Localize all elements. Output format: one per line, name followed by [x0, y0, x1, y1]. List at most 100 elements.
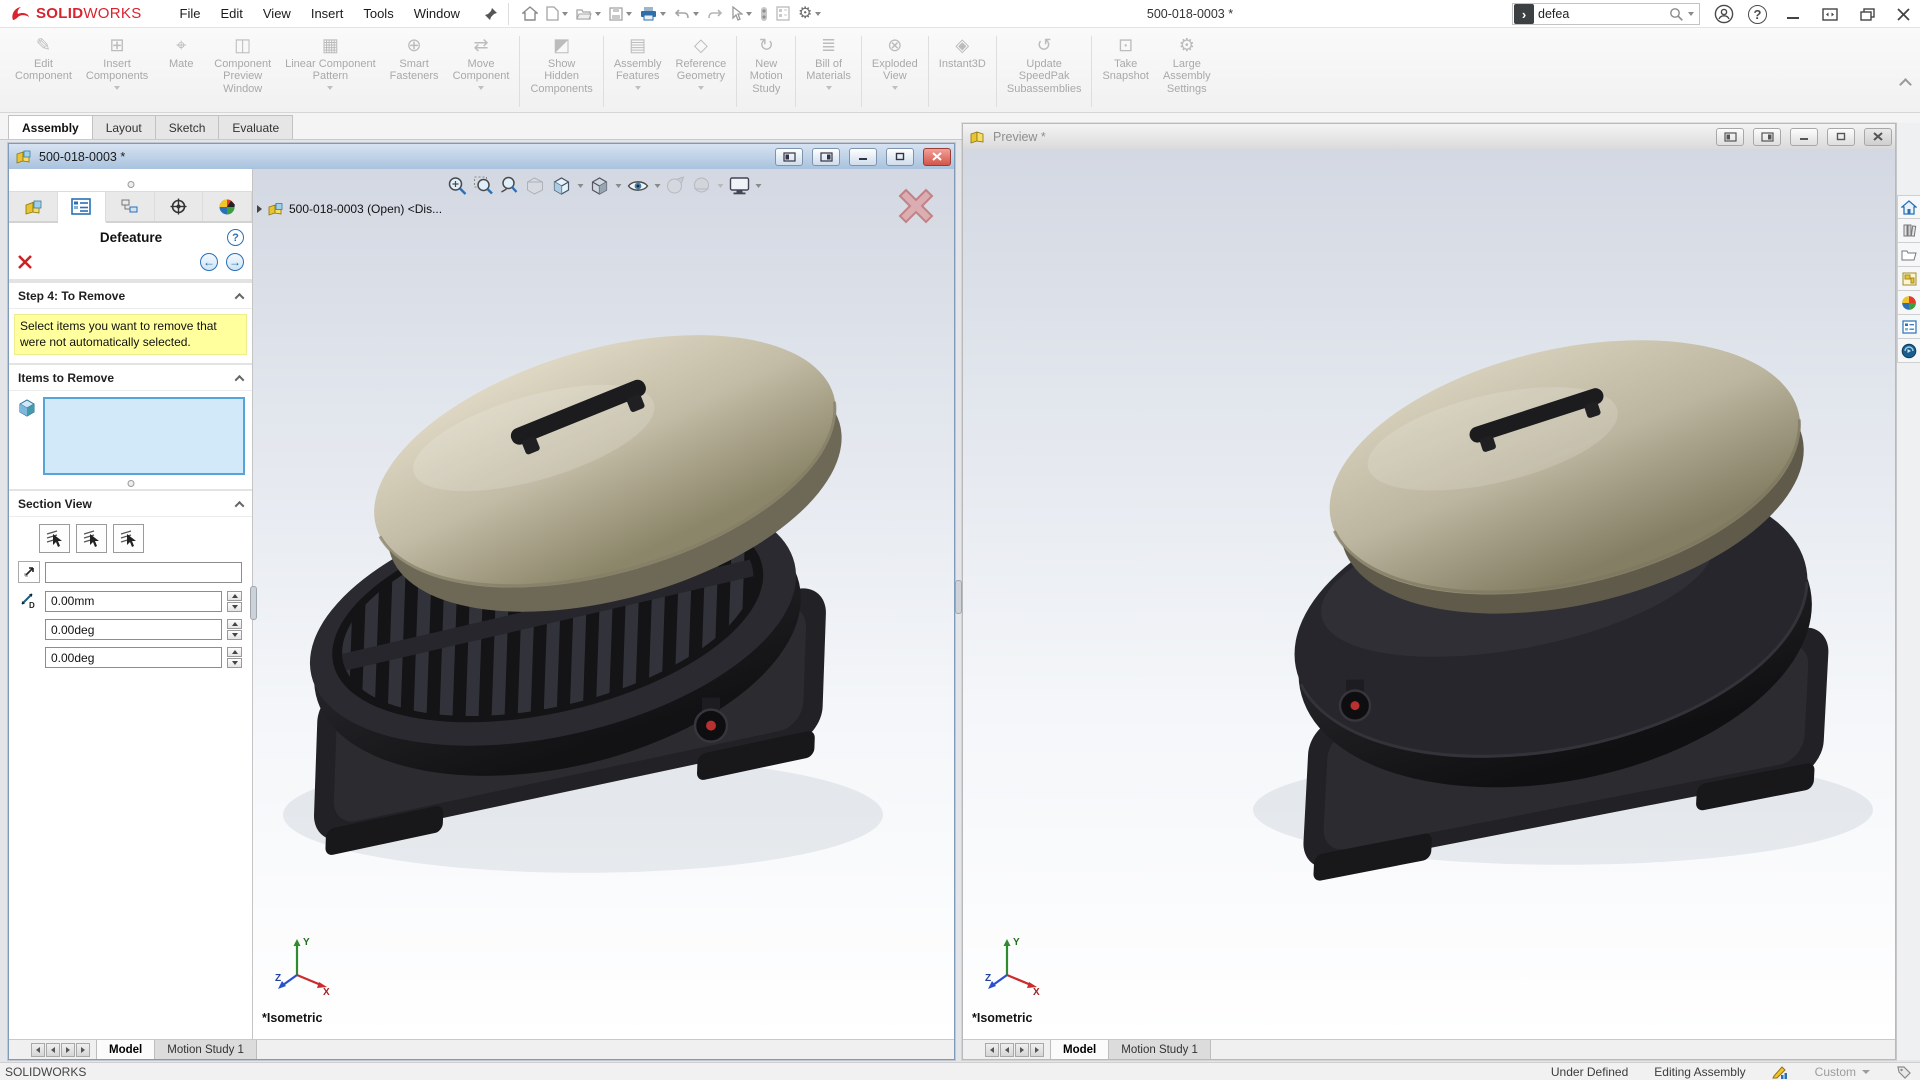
- user-account-icon[interactable]: [1714, 4, 1734, 24]
- print-button[interactable]: [637, 4, 669, 23]
- zoom-to-area-icon[interactable]: [472, 175, 493, 196]
- apply-scene-icon[interactable]: [691, 176, 723, 195]
- tab-displaymanager[interactable]: [155, 192, 204, 221]
- edit-appearance-icon[interactable]: [665, 176, 686, 195]
- motion-study-tab[interactable]: Motion Study 1: [155, 1040, 257, 1059]
- minimize-window-icon[interactable]: [1786, 8, 1800, 20]
- solidworks-forum-icon[interactable]: [1897, 339, 1920, 363]
- panel-splitter-dot[interactable]: [127, 480, 134, 487]
- exploded-view-button[interactable]: ⊗Exploded View: [865, 31, 925, 112]
- maximize-document-button[interactable]: [1827, 128, 1855, 146]
- smart-fasteners-button[interactable]: ⊕Smart Fasteners: [383, 31, 446, 112]
- mate-button[interactable]: ⌖Mate: [155, 31, 207, 112]
- search-box[interactable]: ›: [1512, 3, 1700, 25]
- collapse-section-icon[interactable]: [235, 501, 245, 511]
- minimize-document-button[interactable]: [849, 148, 877, 166]
- take-snapshot-button[interactable]: ⊡Take Snapshot: [1095, 31, 1155, 112]
- minimize-document-button[interactable]: [1790, 128, 1818, 146]
- assembly-viewport[interactable]: 500-018-0003 (Open) <Dis... Y X Z: [253, 169, 954, 1039]
- pin-menu-icon[interactable]: [484, 7, 498, 21]
- panel-splitter-handle[interactable]: [250, 586, 257, 620]
- display-style-icon[interactable]: [588, 176, 621, 196]
- tab-sketch[interactable]: Sketch: [155, 115, 220, 139]
- search-input[interactable]: [1538, 7, 1669, 21]
- section-view-header[interactable]: Section View: [9, 491, 252, 517]
- first-tab-button[interactable]: [31, 1043, 45, 1057]
- previous-step-button[interactable]: ←: [200, 253, 218, 271]
- tab-featuremanager[interactable]: [9, 192, 58, 221]
- collapse-step-icon[interactable]: [235, 292, 245, 302]
- section-x-rotation-input[interactable]: [45, 619, 222, 640]
- design-library-icon[interactable]: [1897, 219, 1920, 243]
- open-document-button[interactable]: [573, 5, 604, 23]
- zoom-in-out-icon[interactable]: [498, 175, 519, 196]
- model-tab[interactable]: Model: [96, 1040, 155, 1059]
- reference-geometry-button[interactable]: ◇Reference Geometry: [669, 31, 734, 112]
- tile-right-button[interactable]: [1753, 128, 1781, 146]
- hide-show-items-icon[interactable]: [626, 177, 660, 195]
- step-section-header[interactable]: Step 4: To Remove: [9, 281, 252, 309]
- tile-right-button[interactable]: [812, 148, 840, 166]
- view-settings-icon[interactable]: [728, 176, 761, 195]
- preview-window-titlebar[interactable]: Preview *: [963, 124, 1895, 149]
- magnet-icon[interactable]: [757, 4, 771, 24]
- undo-button[interactable]: [671, 5, 702, 23]
- next-step-button[interactable]: →: [226, 253, 244, 271]
- cancel-icon[interactable]: [17, 254, 33, 270]
- maximize-document-button[interactable]: [886, 148, 914, 166]
- move-component-button[interactable]: ⇄Move Component: [446, 31, 517, 112]
- section-offset-distance-input[interactable]: [45, 591, 222, 612]
- save-button[interactable]: [606, 5, 635, 23]
- close-window-icon[interactable]: [1897, 8, 1910, 21]
- options-gear-button[interactable]: ⚙: [795, 4, 824, 24]
- tab-dimxpertmanager[interactable]: [203, 192, 252, 221]
- tile-left-button[interactable]: [775, 148, 803, 166]
- x-rotation-spinner[interactable]: [227, 619, 242, 640]
- large-assembly-settings-button[interactable]: ⚙Large Assembly Settings: [1156, 31, 1218, 112]
- section-view-icon[interactable]: [524, 176, 545, 195]
- appearances-scenes-icon[interactable]: [1897, 291, 1920, 315]
- motion-study-tab[interactable]: Motion Study 1: [1109, 1040, 1211, 1059]
- preview-viewport[interactable]: Y X Z *Isometric: [963, 149, 1895, 1039]
- collapse-items-icon[interactable]: [235, 375, 245, 385]
- tab-evaluate[interactable]: Evaluate: [218, 115, 293, 139]
- previous-tab-button[interactable]: [46, 1043, 60, 1057]
- menu-window[interactable]: Window: [404, 1, 470, 26]
- custom-properties-icon[interactable]: [1897, 315, 1920, 339]
- next-tab-button[interactable]: [1015, 1043, 1029, 1057]
- cancel-watermark-icon[interactable]: [892, 182, 940, 230]
- model-tab[interactable]: Model: [1050, 1040, 1109, 1059]
- instant3d-button[interactable]: ◈Instant3D: [932, 31, 993, 112]
- section-plane-2-button[interactable]: [76, 524, 107, 553]
- window-splitter-handle[interactable]: [955, 580, 962, 614]
- tree-splitter-handle[interactable]: [127, 181, 134, 188]
- ribbon-collapse-icon[interactable]: [1899, 78, 1912, 91]
- viewport-tree-item[interactable]: 500-018-0003 (Open) <Dis...: [257, 202, 442, 216]
- previous-tab-button[interactable]: [1000, 1043, 1014, 1057]
- assembly-window-titlebar[interactable]: 500-018-0003 *: [9, 144, 954, 169]
- section-plane-3-button[interactable]: [113, 524, 144, 553]
- bill-of-materials-button[interactable]: ≣Bill of Materials: [799, 31, 858, 112]
- menu-insert[interactable]: Insert: [301, 1, 354, 26]
- component-preview-window-button[interactable]: ◫Component Preview Window: [207, 31, 278, 112]
- menu-tools[interactable]: Tools: [353, 1, 403, 26]
- close-document-button[interactable]: [1864, 128, 1892, 146]
- select-button[interactable]: [728, 4, 755, 23]
- section-plane-reference-input[interactable]: [45, 562, 242, 583]
- last-tab-button[interactable]: [76, 1043, 90, 1057]
- search-dropdown-icon[interactable]: [1688, 12, 1694, 16]
- menu-file[interactable]: File: [170, 1, 211, 26]
- zoom-to-fit-icon[interactable]: [446, 175, 467, 196]
- reverse-direction-icon[interactable]: [18, 561, 40, 583]
- menu-view[interactable]: View: [253, 1, 301, 26]
- show-hidden-components-button[interactable]: ◩Show Hidden Components: [523, 31, 599, 112]
- tab-propertymanager[interactable]: [58, 192, 107, 223]
- tab-layout[interactable]: Layout: [92, 115, 156, 139]
- restore-window-icon[interactable]: [1860, 8, 1875, 21]
- first-tab-button[interactable]: [985, 1043, 999, 1057]
- view-orientation-icon[interactable]: [550, 176, 583, 196]
- tile-left-button[interactable]: [1716, 128, 1744, 146]
- section-plane-1-button[interactable]: [39, 524, 70, 553]
- home-button[interactable]: [519, 4, 541, 23]
- y-rotation-spinner[interactable]: [227, 647, 242, 668]
